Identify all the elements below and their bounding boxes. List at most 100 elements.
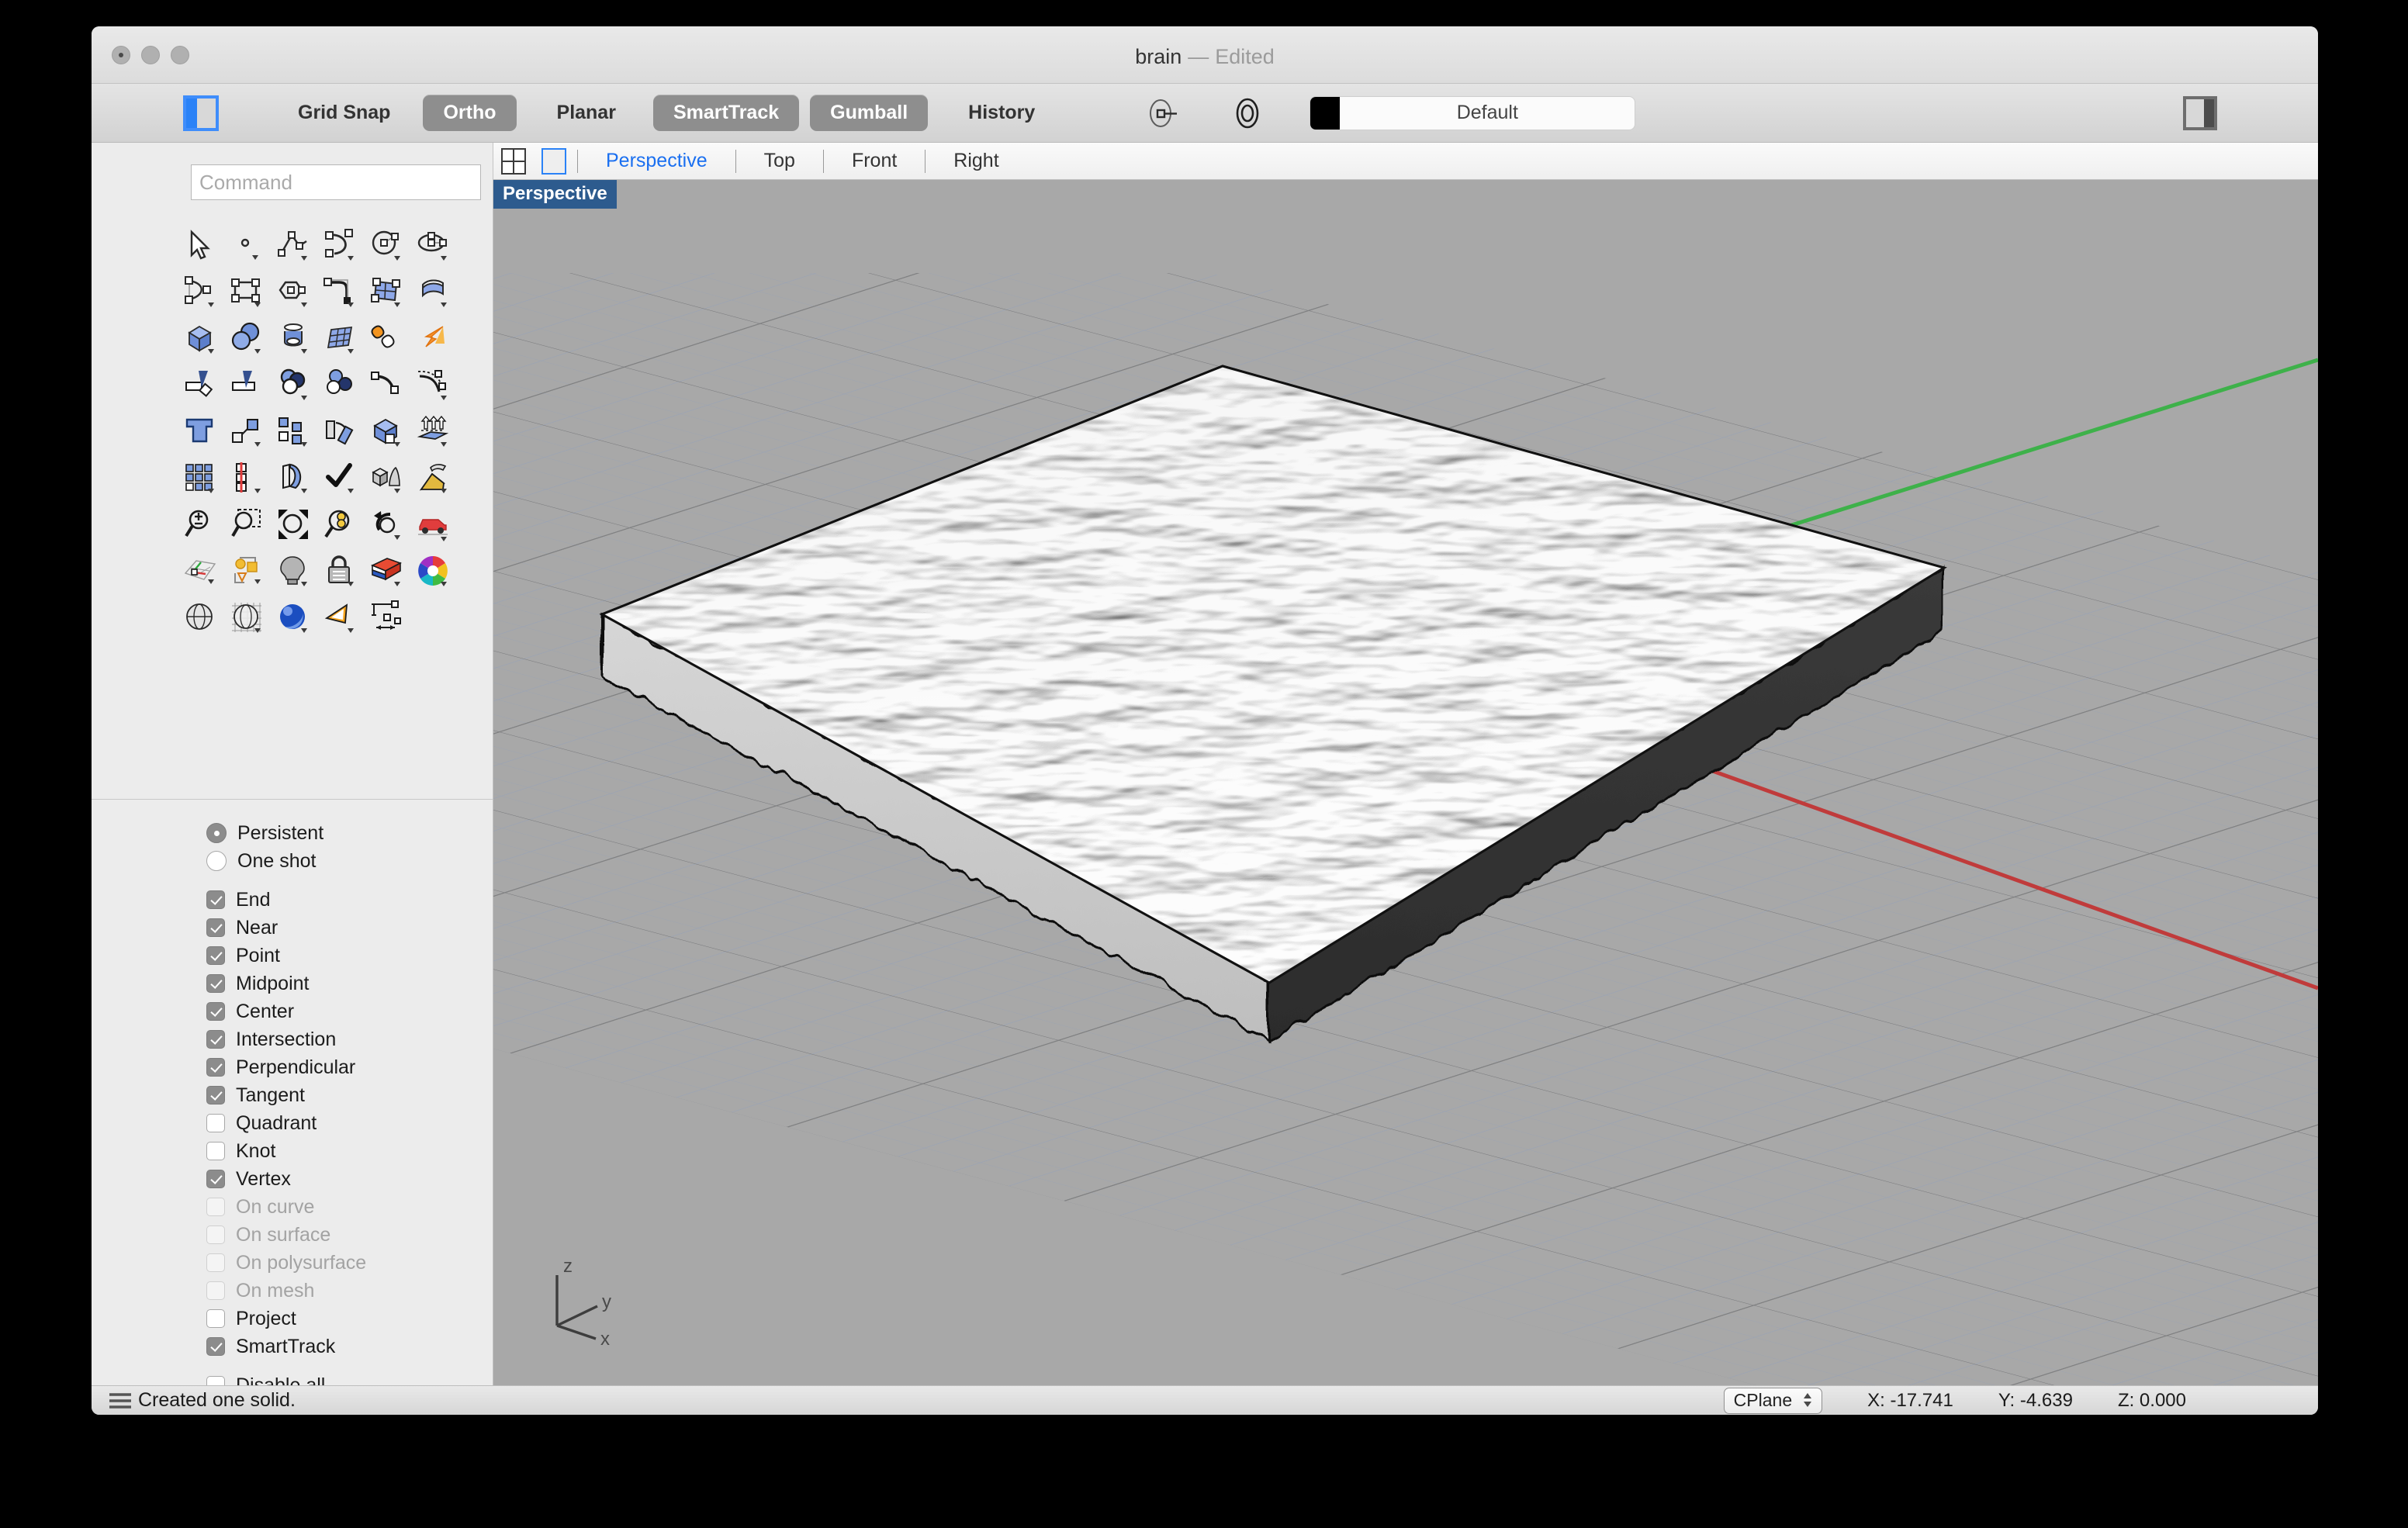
four-view-layout-icon[interactable] [501, 147, 526, 175]
cplane-selector[interactable]: CPlane [1723, 1387, 1823, 1414]
toolbar-button-ortho[interactable]: Ortho [423, 95, 517, 131]
shaded-view-icon[interactable] [177, 594, 223, 641]
curve-icon[interactable] [177, 268, 223, 315]
bend-icon[interactable] [270, 455, 317, 501]
boolean-difference-icon[interactable] [270, 361, 317, 408]
surface-grid-icon[interactable] [317, 315, 363, 361]
osnap-item-quadrant[interactable]: Quadrant [206, 1109, 485, 1137]
toolbar-button-gumball[interactable]: Gumball [810, 95, 929, 131]
osnap-item-end[interactable]: End [206, 886, 485, 914]
circle-icon[interactable] [363, 222, 410, 268]
osnap-item-intersection[interactable]: Intersection [206, 1025, 485, 1053]
checkbox-end[interactable] [206, 890, 225, 909]
render-icon[interactable] [410, 455, 456, 501]
checkbox-midpoint[interactable] [206, 974, 225, 993]
osnap-item-center[interactable]: Center [206, 997, 485, 1025]
surface-from-curves-icon[interactable] [363, 268, 410, 315]
select-objects-icon[interactable] [223, 548, 270, 594]
hamburger-icon[interactable] [109, 1392, 132, 1409]
lock-icon[interactable] [317, 548, 363, 594]
viewport-tab-perspective[interactable]: Perspective [589, 150, 725, 172]
arc-icon[interactable] [317, 222, 363, 268]
perspective-viewport[interactable]: Perspective z y x [493, 180, 2318, 1385]
rectangle-icon[interactable] [223, 268, 270, 315]
layer-selector[interactable]: Default [1310, 95, 1636, 130]
checkbox-intersection[interactable] [206, 1030, 225, 1049]
split-icon[interactable] [223, 361, 270, 408]
fillet-curve-icon[interactable] [317, 268, 363, 315]
polyline-icon[interactable] [270, 222, 317, 268]
osnap-item-tangent[interactable]: Tangent [206, 1081, 485, 1109]
zoom-window-icon[interactable] [223, 501, 270, 548]
point-icon[interactable] [223, 222, 270, 268]
sphere-boolean-icon[interactable] [223, 315, 270, 361]
zoom-in-out-icon[interactable] [177, 501, 223, 548]
single-view-layout-icon[interactable] [541, 147, 566, 175]
rotate-icon[interactable] [317, 408, 363, 455]
box-edit-icon[interactable] [363, 408, 410, 455]
boolean-union-circles-icon[interactable] [317, 361, 363, 408]
checkbox-perpendicular[interactable] [206, 1058, 225, 1077]
undo-view-icon[interactable] [363, 501, 410, 548]
toolbar-button-history[interactable]: History [948, 95, 1055, 131]
ghosted-view-icon[interactable] [223, 594, 270, 641]
light-bulb-icon[interactable] [270, 548, 317, 594]
osnap-mode-persistent[interactable]: Persistent [206, 819, 485, 847]
move-icon[interactable] [223, 408, 270, 455]
explode-icon[interactable] [410, 315, 456, 361]
osnap-item-perpendicular[interactable]: Perpendicular [206, 1053, 485, 1081]
boolean-union-icon[interactable] [363, 315, 410, 361]
rendered-view-icon[interactable] [270, 594, 317, 641]
toolbar-button-grid-snap[interactable]: Grid Snap [278, 95, 410, 131]
toolbar-button-planar[interactable]: Planar [537, 95, 636, 131]
zoom-selected-icon[interactable] [317, 501, 363, 548]
osnap-target-icon[interactable] [1226, 92, 1269, 135]
checkbox-near[interactable] [206, 918, 225, 937]
radio-one-shot[interactable] [206, 851, 227, 871]
osnap-item-midpoint[interactable]: Midpoint [206, 970, 485, 997]
osnap-item-knot[interactable]: Knot [206, 1137, 485, 1165]
extrude-up-icon[interactable] [410, 408, 456, 455]
chevron-updown-icon[interactable] [1800, 1390, 1815, 1410]
checkbox-smarttrack[interactable] [206, 1337, 225, 1356]
viewport-tab-right[interactable]: Right [936, 150, 1015, 172]
checkbox-point[interactable] [206, 946, 225, 965]
layer-color-swatch[interactable] [1310, 96, 1341, 130]
select-arrow-icon[interactable] [177, 222, 223, 268]
osnap-item-vertex[interactable]: Vertex [206, 1165, 485, 1193]
viewport-tab-front[interactable]: Front [835, 150, 914, 172]
osnap-item-point[interactable]: Point [206, 942, 485, 970]
checkbox-vertex[interactable] [206, 1170, 225, 1188]
cplane-grid-icon[interactable] [177, 548, 223, 594]
named-view-car-icon[interactable] [410, 501, 456, 548]
ellipse-icon[interactable] [410, 222, 456, 268]
command-input[interactable]: Command [191, 164, 481, 200]
camera-icon[interactable] [317, 594, 363, 641]
box-icon[interactable] [177, 315, 223, 361]
osnap-item-project[interactable]: Project [206, 1305, 485, 1333]
dimension-icon[interactable] [363, 594, 410, 641]
osnap-item-near[interactable]: Near [206, 914, 485, 942]
offset-curve-icon[interactable] [363, 361, 410, 408]
viewport-3d-scene[interactable] [493, 180, 2318, 1385]
osnap-mode-one-shot[interactable]: One shot [206, 847, 485, 875]
osnap-item-smarttrack[interactable]: SmartTrack [206, 1333, 485, 1360]
zoom-extents-icon[interactable] [270, 501, 317, 548]
toolbar-button-smarttrack[interactable]: SmartTrack [652, 95, 800, 131]
offset-dashed-icon[interactable] [410, 361, 456, 408]
array-icon[interactable] [177, 455, 223, 501]
copy-icon[interactable] [270, 408, 317, 455]
render-color-icon[interactable] [363, 548, 410, 594]
record-history-icon[interactable] [1142, 92, 1185, 135]
checkbox-tangent[interactable] [206, 1086, 225, 1105]
checkbox-quadrant[interactable] [206, 1114, 225, 1132]
torus-icon[interactable] [270, 315, 317, 361]
viewport-tab-top[interactable]: Top [747, 150, 812, 172]
solid-tools-icon[interactable] [363, 455, 410, 501]
radio-persistent[interactable] [206, 823, 227, 843]
checkbox-center[interactable] [206, 1002, 225, 1021]
checkbox-knot[interactable] [206, 1142, 225, 1160]
check-icon[interactable] [317, 455, 363, 501]
checkbox-project[interactable] [206, 1309, 225, 1328]
mirror-icon[interactable] [223, 455, 270, 501]
